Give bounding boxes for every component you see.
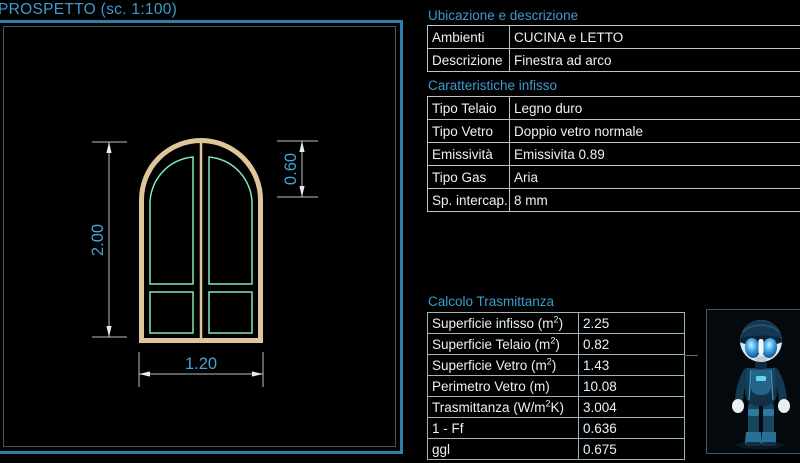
row-value: Legno duro [510, 97, 800, 120]
row-value: 10.08 [579, 376, 685, 397]
row-value: 2.25 [579, 313, 685, 334]
row-label: Descrizione [428, 49, 510, 72]
row-value: Doppio vetro normale [510, 120, 800, 143]
row-value: 1.43 [579, 355, 685, 376]
table-edge-tick [684, 355, 698, 356]
row-value: 0.675 [579, 439, 685, 460]
table-row: Tipo Gas Aria [428, 166, 800, 189]
table-calcolo: Superficie infisso (m2) 2.25 Superficie … [427, 312, 685, 460]
row-label: Tipo Telaio [428, 97, 510, 120]
table-row: Ambienti CUCINA e LETTO [428, 26, 800, 49]
sheet-border [3, 26, 396, 447]
table-row: ggl 0.675 [428, 439, 685, 460]
table-row: 1 - Ff 0.636 [428, 418, 685, 439]
assistant-mascot-panel[interactable] [706, 309, 800, 454]
row-label: Perimetro Vetro (m) [428, 376, 579, 397]
row-label: Superficie Vetro (m2) [428, 355, 579, 376]
row-value: 8 mm [510, 189, 800, 212]
table-row: Superficie infisso (m2) 2.25 [428, 313, 685, 334]
table-ubicazione: Ambienti CUCINA e LETTO Descrizione Fine… [427, 25, 800, 72]
row-label: Superficie infisso (m2) [428, 313, 579, 334]
row-label: 1 - Ff [428, 418, 579, 439]
row-value: 3.004 [579, 397, 685, 418]
row-label: Superficie Telaio (m2) [428, 334, 579, 355]
table-row: Trasmittanza (W/m2K) 3.004 [428, 397, 685, 418]
row-label: ggl [428, 439, 579, 460]
table-row: Superficie Vetro (m2) 1.43 [428, 355, 685, 376]
row-label: Tipo Vetro [428, 120, 510, 143]
table-row: Tipo Vetro Doppio vetro normale [428, 120, 800, 143]
table-caratteristiche: Tipo Telaio Legno duro Tipo Vetro Doppio… [427, 96, 800, 212]
section-header-calcolo: Calcolo Trasmittanza [428, 294, 554, 309]
row-label: Ambienti [428, 26, 510, 49]
row-label: Emissività [428, 143, 510, 166]
section-header-ubicazione: Ubicazione e descrizione [428, 8, 578, 23]
table-row: Descrizione Finestra ad arco [428, 49, 800, 72]
row-label: Trasmittanza (W/m2K) [428, 397, 579, 418]
row-value: Finestra ad arco [510, 49, 800, 72]
table-row: Perimetro Vetro (m) 10.08 [428, 376, 685, 397]
row-value: 0.82 [579, 334, 685, 355]
drawing-title: PROSPETTO (sc. 1:100) [0, 1, 177, 19]
table-row: Sp. intercap. 8 mm [428, 189, 800, 212]
table-row: Superficie Telaio (m2) 0.82 [428, 334, 685, 355]
row-label: Tipo Gas [428, 166, 510, 189]
row-value: CUCINA e LETTO [510, 26, 800, 49]
section-header-caratteristiche: Caratteristiche infisso [428, 78, 557, 93]
assistant-robot-icon [707, 310, 800, 451]
row-value: Emissivita 0.89 [510, 143, 800, 166]
table-row: Emissività Emissivita 0.89 [428, 143, 800, 166]
row-label: Sp. intercap. [428, 189, 510, 212]
row-value: 0.636 [579, 418, 685, 439]
table-row: Tipo Telaio Legno duro [428, 97, 800, 120]
row-value: Aria [510, 166, 800, 189]
